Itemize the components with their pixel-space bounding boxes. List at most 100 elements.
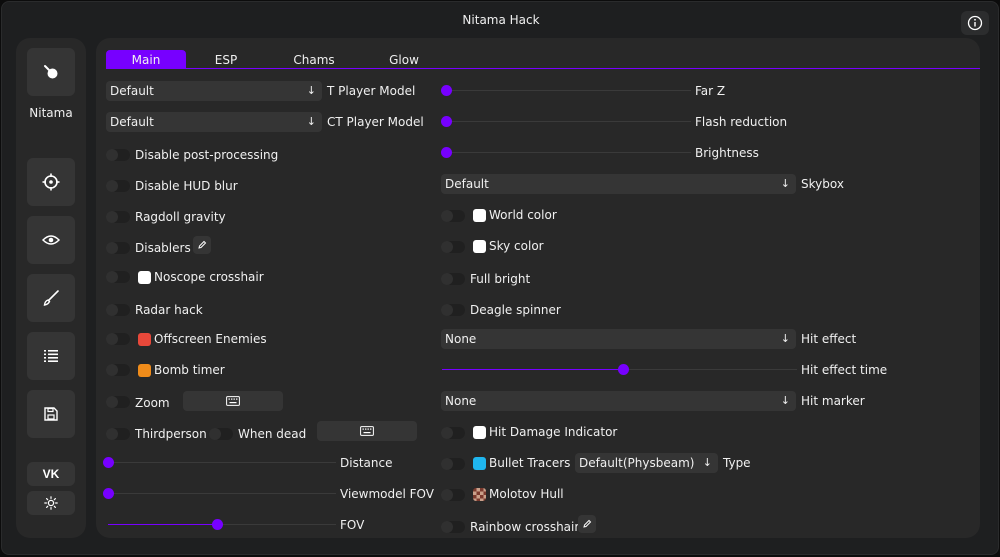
ragdoll-gravity-toggle[interactable] [106, 211, 130, 223]
bomb-timer-color-swatch[interactable] [138, 364, 151, 377]
info-button[interactable] [961, 11, 989, 35]
disable-post-processing-toggle[interactable] [106, 149, 130, 161]
radar-hack-label: Radar hack [135, 303, 203, 317]
slider-fill [442, 369, 623, 370]
slider-knob[interactable] [441, 85, 452, 96]
brightness-label: Brightness [695, 146, 759, 160]
noscope-crosshair-label: Noscope crosshair [154, 270, 264, 284]
hit-marker-combo[interactable]: None ↓ [441, 391, 796, 411]
flash-reduction-label: Flash reduction [695, 115, 788, 129]
hit-marker-value: None [445, 394, 477, 408]
offscreen-enemies-toggle[interactable] [106, 333, 130, 345]
disable-hud-blur-toggle[interactable] [106, 180, 130, 192]
world-color-toggle[interactable] [441, 210, 465, 222]
skybox-label: Skybox [801, 177, 844, 191]
offscreen-color-swatch[interactable] [138, 333, 151, 346]
ragdoll-gravity-label: Ragdoll gravity [135, 210, 226, 224]
pencil-icon [198, 240, 207, 249]
slider-knob[interactable] [212, 519, 223, 530]
slider-knob[interactable] [103, 488, 114, 499]
tab-esp[interactable]: ESP [186, 50, 266, 69]
visuals-button[interactable] [27, 216, 75, 264]
hit-effect-value: None [445, 332, 477, 346]
world-color-swatch[interactable] [473, 209, 486, 222]
tab-main[interactable]: Main [106, 50, 186, 69]
arrow-down-icon: ↓ [780, 177, 790, 190]
pencil-icon [583, 519, 592, 528]
tracer-type-label: Type [723, 456, 751, 470]
skybox-value: Default [445, 177, 489, 191]
misc-button[interactable] [27, 332, 75, 380]
thirdperson-keybind[interactable] [317, 421, 417, 441]
slider-fill [108, 524, 217, 525]
skybox-combo[interactable]: Default ↓ [441, 174, 796, 194]
bomb-timer-toggle[interactable] [106, 364, 130, 376]
viewmodel-fov-slider[interactable] [103, 488, 336, 499]
noscope-crosshair-toggle[interactable] [106, 271, 130, 283]
radar-hack-toggle[interactable] [106, 304, 130, 316]
full-bright-label: Full bright [470, 272, 531, 286]
brightness-slider[interactable] [441, 147, 691, 158]
hit-damage-color-swatch[interactable] [473, 426, 486, 439]
list-icon [44, 350, 58, 362]
hit-effect-combo[interactable]: None ↓ [441, 329, 796, 349]
rainbow-crosshair-label: Rainbow crosshair [470, 520, 580, 534]
molotov-hull-color-swatch[interactable] [473, 488, 486, 501]
full-bright-toggle[interactable] [441, 273, 465, 285]
ct-player-model-combo[interactable]: Default ↓ [106, 112, 322, 132]
fov-slider[interactable] [108, 519, 336, 530]
disablers-edit-button[interactable] [193, 236, 211, 254]
brush-icon [43, 290, 59, 306]
molotov-hull-label: Molotov Hull [489, 487, 564, 501]
thirdperson-label: Thirdperson [135, 427, 207, 441]
flash-reduction-slider[interactable] [441, 116, 691, 127]
hit-effect-time-slider[interactable] [442, 364, 797, 375]
tab-underline [106, 68, 980, 69]
zoom-toggle[interactable] [106, 396, 130, 408]
disablers-toggle[interactable] [106, 242, 130, 254]
sky-color-swatch[interactable] [473, 240, 486, 253]
tracer-type-combo[interactable]: Default(Physbeam) ↓ [575, 453, 718, 473]
eye-icon [42, 235, 60, 245]
theme-button[interactable] [27, 491, 75, 515]
distance-slider[interactable] [103, 457, 336, 468]
sky-color-toggle[interactable] [441, 241, 465, 253]
vk-button[interactable]: VK [27, 462, 75, 486]
keyboard-icon [226, 396, 240, 406]
bullet-tracers-color-swatch[interactable] [473, 457, 486, 470]
t-player-model-combo[interactable]: Default ↓ [106, 81, 322, 101]
rainbow-crosshair-edit-button[interactable] [578, 515, 596, 533]
tracer-type-value: Default(Physbeam) [579, 456, 695, 470]
slider-knob[interactable] [103, 457, 114, 468]
deagle-spinner-toggle[interactable] [441, 304, 465, 316]
bullet-tracers-label: Bullet Tracers [489, 456, 571, 470]
tab-chams[interactable]: Chams [274, 50, 354, 69]
noscope-color-swatch[interactable] [138, 271, 151, 284]
hit-damage-indicator-label: Hit Damage Indicator [489, 425, 618, 439]
slider-knob[interactable] [618, 364, 629, 375]
ct-player-model-value: Default [110, 115, 154, 129]
hit-damage-indicator-toggle[interactable] [441, 427, 465, 439]
aim-button[interactable] [27, 158, 75, 206]
config-button[interactable] [27, 390, 75, 438]
bullet-tracers-toggle[interactable] [441, 458, 465, 470]
zoom-keybind[interactable] [183, 391, 283, 411]
keyboard-icon [360, 426, 374, 436]
tab-glow[interactable]: Glow [364, 50, 444, 69]
when-dead-toggle[interactable] [209, 428, 233, 440]
logo-icon [44, 65, 58, 79]
logo-button[interactable] [27, 48, 75, 96]
far-z-slider[interactable] [441, 85, 691, 96]
deagle-spinner-label: Deagle spinner [470, 303, 561, 317]
content-panel: Main ESP Chams Glow Default ↓ T Player M… [96, 38, 980, 538]
arrow-down-icon: ↓ [780, 332, 790, 345]
ct-player-model-label: CT Player Model [327, 115, 424, 129]
slider-knob[interactable] [441, 116, 452, 127]
slider-knob[interactable] [441, 147, 452, 158]
crosshair-icon [42, 173, 60, 191]
far-z-label: Far Z [695, 84, 726, 98]
molotov-hull-toggle[interactable] [441, 489, 465, 501]
thirdperson-toggle[interactable] [106, 428, 130, 440]
rainbow-crosshair-toggle[interactable] [441, 521, 465, 533]
skins-button[interactable] [27, 274, 75, 322]
